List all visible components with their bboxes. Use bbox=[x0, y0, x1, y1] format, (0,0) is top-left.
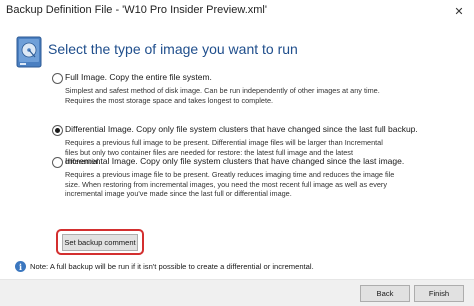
full-image-description: Simplest and safest method of disk image… bbox=[65, 86, 465, 105]
full-image-radio[interactable] bbox=[52, 73, 63, 84]
close-button[interactable]: ✕ bbox=[444, 0, 474, 22]
info-glyph: i bbox=[18, 261, 23, 272]
disk-drive-icon bbox=[16, 36, 42, 68]
info-icon: i bbox=[15, 261, 26, 272]
window-title: Backup Definition File - 'W10 Pro Inside… bbox=[6, 4, 267, 16]
description-line: Simplest and safest method of disk image… bbox=[65, 86, 380, 95]
finish-button[interactable]: Finish bbox=[414, 285, 464, 302]
back-button[interactable]: Back bbox=[360, 285, 410, 302]
incremental-image-description: Requires a previous image file to be pre… bbox=[65, 170, 465, 199]
close-icon: ✕ bbox=[454, 5, 464, 18]
description-line: Requires the most storage space and take… bbox=[65, 95, 274, 105]
title-bar: Backup Definition File - 'W10 Pro Inside… bbox=[0, 0, 474, 24]
page-heading: Select the type of image you want to run bbox=[48, 41, 298, 57]
description-line: Requires a previous full image to be pre… bbox=[65, 138, 383, 147]
incremental-image-label[interactable]: Incremental Image. Copy only file system… bbox=[65, 156, 404, 166]
note-text: Note: A full backup will be run if it is… bbox=[30, 262, 314, 271]
description-line: Requires a previous image file to be pre… bbox=[65, 170, 395, 179]
footer-bar: Back Finish bbox=[0, 280, 474, 306]
differential-image-radio[interactable] bbox=[52, 125, 63, 136]
radio-selected-dot bbox=[55, 128, 60, 133]
full-image-label[interactable]: Full Image. Copy the entire file system. bbox=[65, 72, 212, 82]
description-line: size. When restoring from incremental im… bbox=[65, 179, 388, 189]
set-backup-comment-button[interactable]: Set backup comment bbox=[62, 234, 138, 251]
incremental-image-radio[interactable] bbox=[52, 157, 63, 168]
differential-image-label[interactable]: Differential Image. Copy only file syste… bbox=[65, 124, 418, 134]
description-line: incremental image you've made since the … bbox=[65, 189, 292, 199]
